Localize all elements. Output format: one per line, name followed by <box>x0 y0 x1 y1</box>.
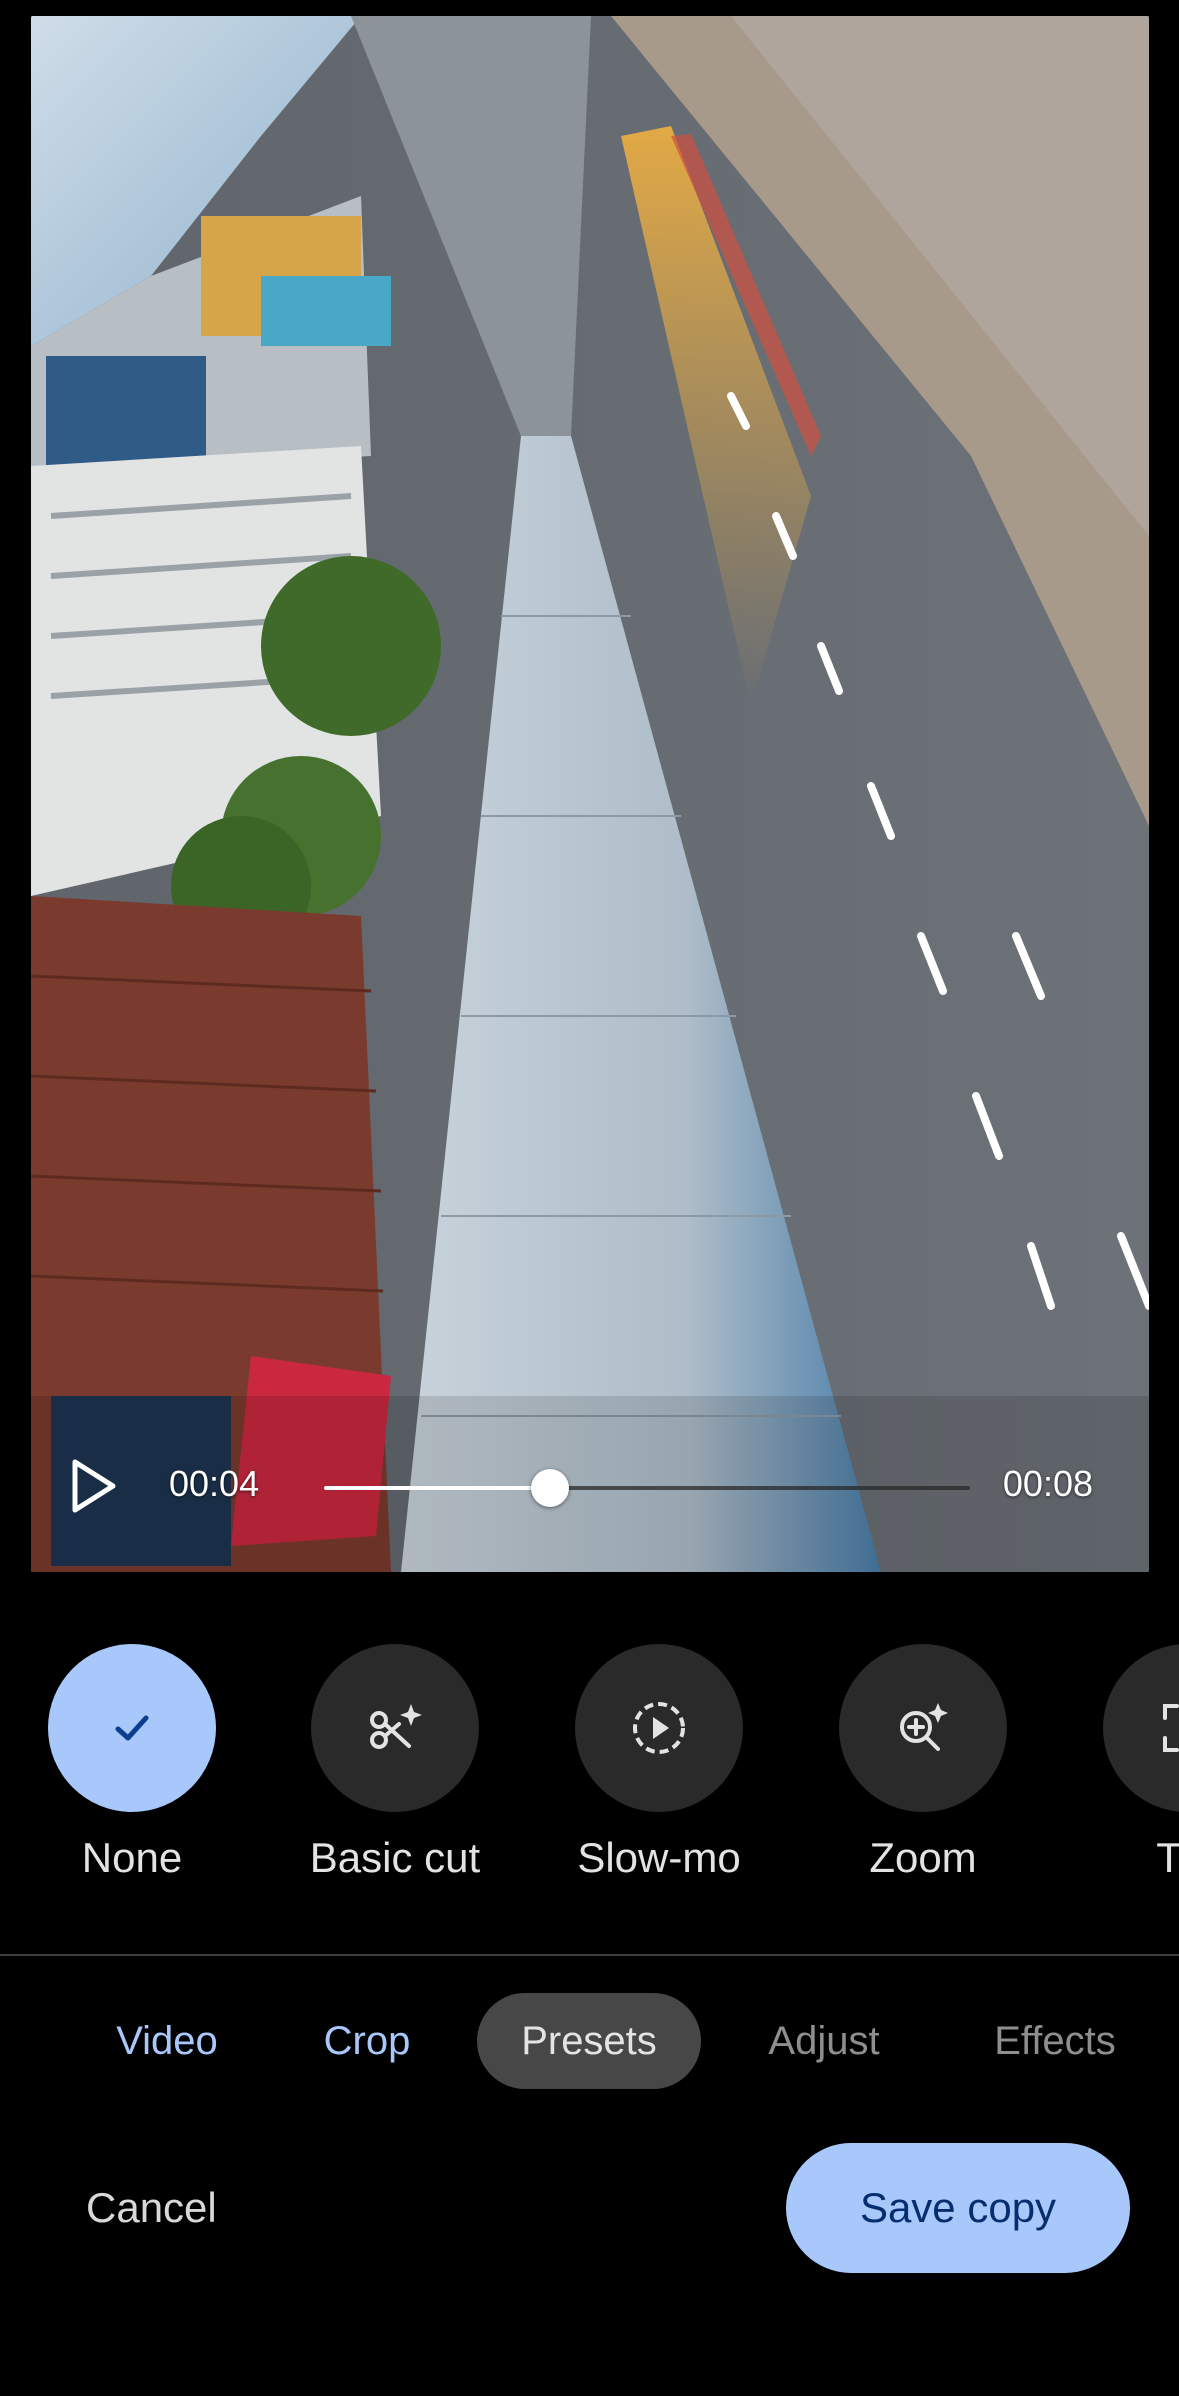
seek-bar-progress <box>324 1486 551 1490</box>
preset-label: Zoom <box>869 1834 977 1881</box>
preset-label: Basic cut <box>309 1834 481 1881</box>
zoom-sparkle-icon <box>900 1703 948 1751</box>
tab-presets[interactable]: Presets <box>477 1993 701 2089</box>
duration-time: 00:08 <box>1002 1463 1093 1504</box>
preset-basic-cut-button[interactable] <box>311 1644 479 1812</box>
preset-label: None <box>81 1834 183 1881</box>
save-copy-button[interactable]: Save copy <box>786 2143 1130 2273</box>
preset-label: Slow-mo <box>577 1834 741 1881</box>
track-icon <box>1163 1704 1179 1752</box>
cancel-button[interactable]: Cancel <box>58 2160 245 2256</box>
preset-track-button[interactable] <box>1103 1644 1179 1812</box>
scissors-sparkle-icon <box>370 1704 422 1749</box>
play-button[interactable] <box>69 1458 119 1514</box>
check-icon <box>115 1715 149 1741</box>
preset-basic-cut[interactable]: Basic cut <box>263 1644 527 1882</box>
tab-adjust[interactable]: Adjust <box>734 1993 914 2089</box>
preset-track[interactable]: Tra <box>1055 1644 1179 1882</box>
tab-crop[interactable]: Crop <box>290 1993 444 2089</box>
preset-slow-mo-button[interactable] <box>575 1644 743 1812</box>
preset-zoom-button[interactable] <box>839 1644 1007 1812</box>
seek-bar[interactable] <box>324 1469 970 1507</box>
video-frame-image <box>31 16 1149 1572</box>
preset-none-button[interactable] <box>48 1644 216 1812</box>
presets-carousel[interactable]: None Basic cut Slow-mo Zoom T <box>0 1644 1179 1884</box>
video-preview[interactable]: 00:04 00:08 <box>31 16 1149 1572</box>
divider <box>0 1954 1179 1956</box>
editor-tabs: Video Crop Presets Adjust Effects <box>0 1993 1179 2089</box>
play-icon <box>72 1459 116 1513</box>
tab-effects[interactable]: Effects <box>960 1993 1150 2089</box>
preset-zoom[interactable]: Zoom <box>791 1644 1055 1882</box>
slow-motion-icon <box>633 1702 685 1754</box>
seek-bar-thumb[interactable] <box>531 1469 570 1507</box>
current-time: 00:04 <box>169 1463 260 1504</box>
preset-label: Tra <box>1156 1834 1179 1881</box>
tab-video[interactable]: Video <box>86 1993 248 2089</box>
preset-none[interactable]: None <box>0 1644 264 1882</box>
preset-slow-mo[interactable]: Slow-mo <box>527 1644 791 1882</box>
